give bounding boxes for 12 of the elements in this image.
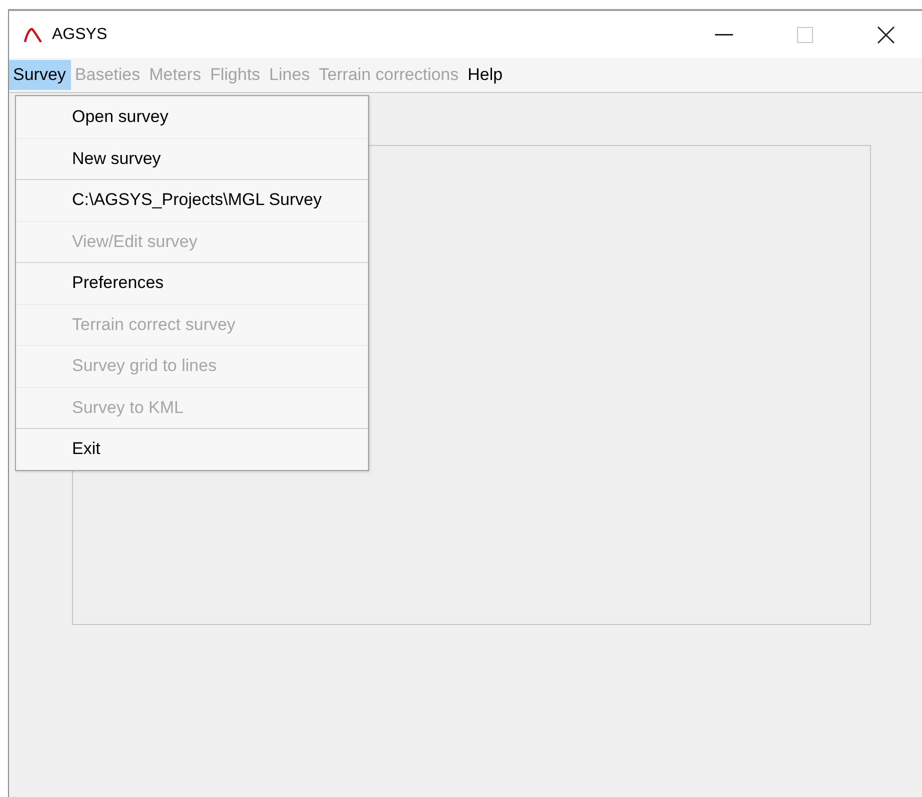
close-icon xyxy=(877,26,895,44)
maximize-icon xyxy=(797,26,813,42)
menu-title[interactable]: Survey xyxy=(9,60,71,90)
menu-title[interactable]: Help xyxy=(464,60,508,90)
menu-item[interactable]: Exit xyxy=(16,428,368,470)
menu-item[interactable]: Open survey xyxy=(16,96,368,138)
app-logo-icon xyxy=(23,26,43,42)
menu-item[interactable]: C:\AGSYS_Projects\MGL Survey xyxy=(16,179,368,220)
menu-item[interactable]: Preferences xyxy=(16,262,368,304)
menu-item[interactable]: New survey xyxy=(16,138,368,179)
minimize-icon xyxy=(715,34,733,36)
window-title: AGSYS xyxy=(52,26,108,44)
